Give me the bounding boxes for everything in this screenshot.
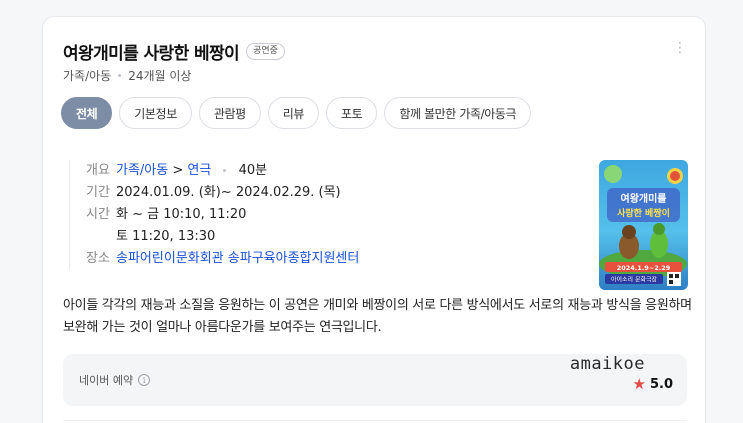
- age-text: 24개월 이상: [128, 69, 192, 83]
- genre-text: 가족/아동: [63, 69, 112, 83]
- tab-bar: 전체 기본정보 관람평 리뷰 포토 함께 볼만한 가족/아동극: [61, 97, 532, 129]
- divider: [63, 420, 687, 421]
- star-icon: ★: [632, 375, 646, 393]
- info-icon[interactable]: i: [138, 374, 151, 386]
- performance-card: 여왕개미를 사랑한 베짱이 공연중 ⋮ 가족/아동 24개월 이상 전체 기본정…: [42, 16, 706, 423]
- period-row: 기간 2024.01.09. (화)~ 2024.02.29. (목): [86, 182, 509, 204]
- poster-title-2: 사랑한 베짱이: [617, 207, 670, 219]
- runtime-text: 40분: [238, 163, 268, 178]
- separator-dot: [118, 74, 122, 77]
- tab-photos[interactable]: 포토: [326, 97, 378, 129]
- review-source: 네이버 예약 i: [79, 372, 151, 388]
- rating: ★ 5.0: [633, 375, 673, 393]
- overview-row: 개요 가족/아동 > 연극 40분: [86, 160, 509, 182]
- type-link[interactable]: 연극: [187, 163, 211, 178]
- overview-value: 가족/아동 > 연극 40분: [116, 160, 267, 182]
- poster-venue: 아이소리 문화극장: [611, 276, 658, 284]
- tab-all[interactable]: 전체: [61, 97, 113, 129]
- genre-link[interactable]: 가족/아동: [116, 163, 168, 178]
- time-line-2: 토 11:20, 13:30: [116, 229, 216, 244]
- tab-audience-reviews[interactable]: 관람평: [198, 97, 261, 129]
- more-options-icon[interactable]: ⋮: [673, 41, 687, 55]
- overview-label: 개요: [86, 163, 110, 178]
- venue-link[interactable]: 송파어린이문화회관 송파구육아종합지원센터: [116, 248, 359, 270]
- review-box[interactable]: 네이버 예약 i amaikoe ★ 5.0: [63, 354, 687, 406]
- poster-date: 2024.1.9~2.29: [617, 264, 671, 272]
- poster-image[interactable]: 여왕개미를 사랑한 베짱이 2024.1.9~2.29 아이소리 문화극장: [599, 160, 688, 290]
- time-row: 시간 화 ~ 금 10:10, 11:20 토 11:20, 13:30: [86, 204, 509, 248]
- tab-related-shows[interactable]: 함께 볼만한 가족/아동극: [384, 97, 532, 129]
- venue-row: 장소 송파어린이문화회관 송파구육아종합지원센터: [86, 248, 509, 270]
- handwritten-signature: amaikoe: [569, 354, 645, 374]
- title-row: 여왕개미를 사랑한 베짱이 공연중: [63, 39, 285, 64]
- poster-title-1: 여왕개미를: [621, 192, 667, 205]
- page-title[interactable]: 여왕개미를 사랑한 베짱이: [63, 39, 240, 64]
- venue-label: 장소: [86, 251, 110, 266]
- tab-reviews[interactable]: 리뷰: [267, 97, 320, 129]
- separator-dot: [223, 169, 227, 172]
- subtitle-line: 가족/아동 24개월 이상: [63, 67, 191, 84]
- overview-arrow: >: [172, 163, 184, 178]
- info-section: 개요 가족/아동 > 연극 40분 기간 2024.01.09. (화)~ 20…: [69, 160, 509, 270]
- tab-basic-info[interactable]: 기본정보: [119, 97, 192, 129]
- time-value: 화 ~ 금 10:10, 11:20 토 11:20, 13:30: [116, 204, 246, 248]
- time-label: 시간: [86, 207, 110, 222]
- review-source-label: 네이버 예약: [79, 374, 134, 387]
- period-label: 기간: [86, 185, 110, 200]
- rating-value: 5.0: [649, 376, 673, 392]
- status-badge: 공연중: [246, 43, 285, 60]
- description-text: 아이들 각각의 재능과 소질을 응원하는 이 공연은 개미와 베짱이의 서로 다…: [63, 298, 692, 335]
- period-value: 2024.01.09. (화)~ 2024.02.29. (목): [116, 185, 341, 200]
- time-line-1: 화 ~ 금 10:10, 11:20: [116, 207, 247, 222]
- poster-graphic: 여왕개미를 사랑한 베짱이 2024.1.9~2.29 아이소리 문화극장: [599, 160, 688, 290]
